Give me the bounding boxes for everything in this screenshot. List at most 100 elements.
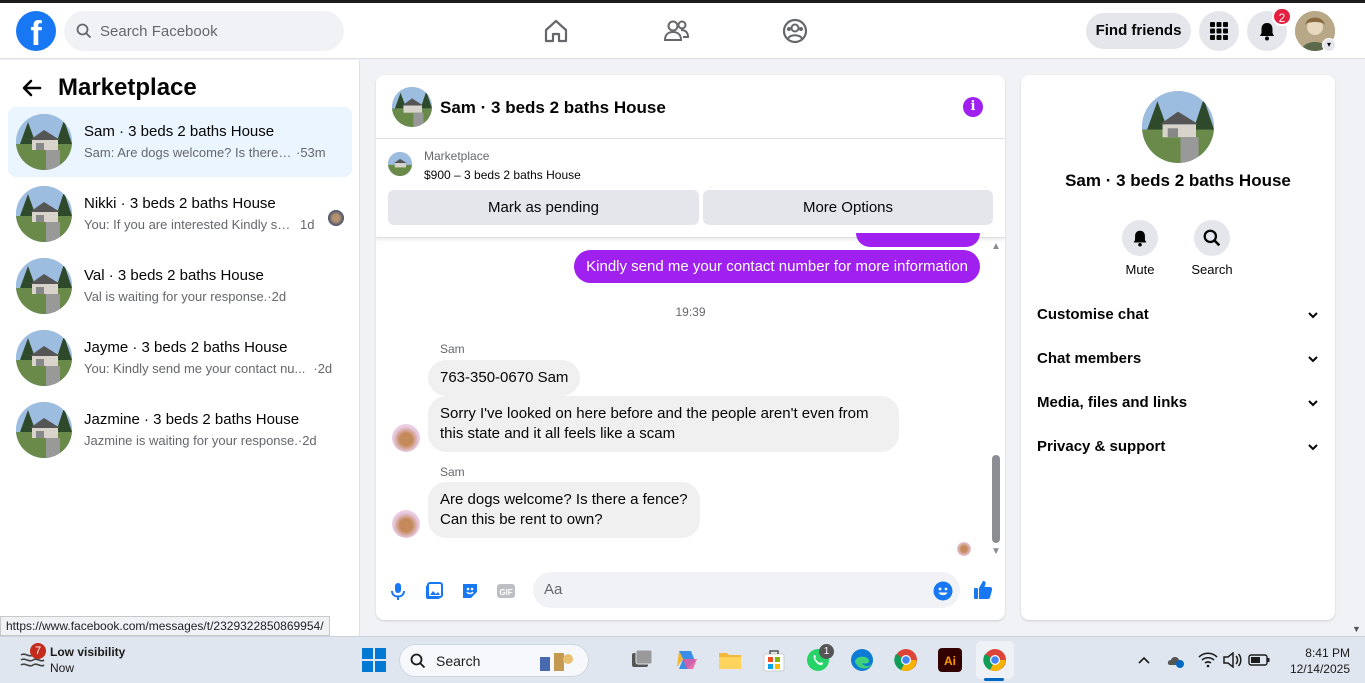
- sender-avatar[interactable]: [392, 424, 420, 452]
- friends-icon[interactable]: [662, 17, 690, 45]
- microphone-icon[interactable]: [388, 581, 408, 601]
- copilot-icon[interactable]: [673, 647, 699, 673]
- edge-browser-icon[interactable]: [849, 647, 875, 673]
- gif-icon[interactable]: GIF: [496, 581, 516, 601]
- chevron-down-icon: [1308, 356, 1318, 363]
- facebook-logo-icon[interactable]: f: [16, 11, 56, 51]
- taskbar-clock[interactable]: 8:41 PM 12/14/2025: [1280, 645, 1350, 677]
- chat-header: Sam · 3 beds 2 baths House i: [376, 75, 1005, 139]
- conversation-item-val[interactable]: Val · 3 beds 2 baths House Val is waitin…: [8, 251, 352, 321]
- read-receipt-avatar: [328, 210, 344, 226]
- taskbar-search-label: Search: [436, 652, 481, 669]
- photo-icon[interactable]: [424, 581, 444, 601]
- sender-name: Sam: [440, 342, 465, 356]
- listing-price-title[interactable]: $900 – 3 beds 2 baths House: [424, 168, 581, 182]
- sidebar-title: Marketplace: [58, 74, 197, 101]
- weather-alert-badge: 7: [30, 643, 46, 659]
- chat-house-avatar[interactable]: [392, 87, 432, 127]
- onedrive-icon[interactable]: [1166, 651, 1186, 669]
- chat-scrollbar-thumb[interactable]: [992, 455, 1000, 543]
- mark-as-pending-button[interactable]: Mark as pending: [388, 190, 699, 225]
- mute-label: Mute: [1125, 262, 1155, 277]
- conversation-title: Nikki · 3 beds 2 baths House: [84, 195, 276, 212]
- sticker-icon[interactable]: [460, 581, 480, 601]
- listing-thumbnail[interactable]: [388, 152, 412, 176]
- conversation-item-sam[interactable]: Sam · 3 beds 2 baths House Sam: Are dogs…: [8, 107, 352, 177]
- sender-name: Sam: [440, 465, 465, 479]
- weather-title[interactable]: Low visibility: [50, 645, 125, 659]
- house-avatar: [16, 186, 72, 242]
- thumbs-up-icon[interactable]: [973, 579, 993, 601]
- svg-text:Ai: Ai: [944, 654, 956, 668]
- menu-button[interactable]: [1199, 11, 1239, 51]
- customise-chat-section[interactable]: Customise chat: [1037, 301, 1319, 329]
- chevron-down-icon: [1308, 444, 1318, 451]
- scroll-up-arrow-icon[interactable]: ▲: [991, 241, 1001, 252]
- emoji-icon[interactable]: [933, 581, 953, 601]
- active-app-indicator: [984, 678, 1004, 681]
- snippet-time: ·2d: [297, 433, 317, 448]
- account-chevron-icon[interactable]: ▾: [1322, 38, 1336, 52]
- seen-receipt-avatar: [957, 542, 971, 556]
- incoming-message-bubble: Sorry I've looked on here before and the…: [428, 396, 899, 452]
- outgoing-message-bubble: Kindly send me your contact number for m…: [574, 250, 980, 283]
- volume-icon[interactable]: [1222, 652, 1242, 668]
- snippet-time: ·53m: [296, 145, 326, 160]
- conversation-title: Jazmine · 3 beds 2 baths House: [84, 411, 300, 428]
- chat-title[interactable]: Sam · 3 beds 2 baths House: [440, 98, 666, 118]
- chrome-profile-icon[interactable]: [982, 647, 1008, 673]
- back-arrow-icon[interactable]: [22, 78, 42, 98]
- facebook-header: f Find friends 2 ▾: [0, 3, 1365, 59]
- find-friends-button[interactable]: Find friends: [1086, 13, 1191, 49]
- conversation-item-jazmine[interactable]: Jazmine · 3 beds 2 baths House Jazmine i…: [8, 395, 352, 465]
- windows-start-icon[interactable]: [361, 647, 387, 673]
- info-house-avatar[interactable]: [1142, 91, 1214, 163]
- message-input[interactable]: Aa: [533, 572, 960, 608]
- info-icon[interactable]: i: [963, 97, 983, 117]
- previous-outgoing-bubble-edge: [856, 233, 980, 247]
- conversation-title: Sam · 3 beds 2 baths House: [84, 123, 275, 140]
- chat-window: Sam · 3 beds 2 baths House i Marketplace…: [376, 75, 1005, 620]
- facebook-search-input[interactable]: [100, 22, 320, 40]
- bell-icon: [1133, 230, 1147, 247]
- outgoing-message-text: Kindly send me your contact number for m…: [586, 258, 968, 275]
- battery-icon[interactable]: [1248, 654, 1270, 666]
- search-icon: [1203, 229, 1221, 247]
- conversation-item-jayme[interactable]: Jayme · 3 beds 2 baths House You: Kindly…: [8, 323, 352, 393]
- chevron-down-icon: [1308, 400, 1318, 407]
- conversation-snippet: Sam: Are dogs welcome? Is there a... ·53m: [84, 145, 326, 160]
- whatsapp-badge: 1: [819, 644, 834, 659]
- message-composer: GIF Aa: [376, 569, 1005, 620]
- more-options-button[interactable]: More Options: [703, 190, 993, 225]
- chrome-icon[interactable]: [893, 647, 919, 673]
- sender-avatar[interactable]: [392, 510, 420, 538]
- page-scroll-down-icon[interactable]: ▼: [1352, 624, 1361, 634]
- snippet-text: Sam: Are dogs welcome? Is there a...: [84, 145, 294, 160]
- wifi-icon[interactable]: [1198, 652, 1218, 668]
- incoming-message-text-line1: Sorry I've looked on here before and the…: [440, 405, 869, 422]
- message-timestamp: 19:39: [675, 305, 706, 319]
- conversation-item-nikki[interactable]: Nikki · 3 beds 2 baths House You: If you…: [8, 179, 352, 249]
- chat-members-section[interactable]: Chat members: [1037, 345, 1319, 373]
- chevron-up-icon[interactable]: [1137, 655, 1151, 665]
- groups-icon[interactable]: [781, 17, 809, 45]
- search-action[interactable]: Search: [1182, 220, 1242, 277]
- taskbar-search-box[interactable]: Search: [399, 644, 589, 677]
- microsoft-store-icon[interactable]: [761, 647, 787, 673]
- page-scrollbar[interactable]: ▼: [1350, 60, 1365, 636]
- home-icon[interactable]: [542, 17, 570, 45]
- facebook-logo-letter: f: [30, 15, 42, 51]
- chevron-down-icon: [1308, 312, 1318, 319]
- mute-action[interactable]: Mute: [1110, 220, 1170, 277]
- media-files-links-section[interactable]: Media, files and links: [1037, 389, 1319, 417]
- scroll-down-arrow-icon[interactable]: ▼: [991, 546, 1001, 557]
- privacy-support-section[interactable]: Privacy & support: [1037, 433, 1319, 461]
- task-view-icon[interactable]: [629, 647, 655, 673]
- search-highlight-icon: [540, 653, 573, 671]
- marketplace-label: Marketplace: [424, 149, 490, 163]
- facebook-search-box[interactable]: [64, 11, 344, 51]
- section-label: Chat members: [1037, 350, 1142, 367]
- conversation-title: Jayme · 3 beds 2 baths House: [84, 339, 288, 356]
- adobe-illustrator-icon[interactable]: Ai: [937, 647, 963, 673]
- file-explorer-icon[interactable]: [717, 647, 743, 673]
